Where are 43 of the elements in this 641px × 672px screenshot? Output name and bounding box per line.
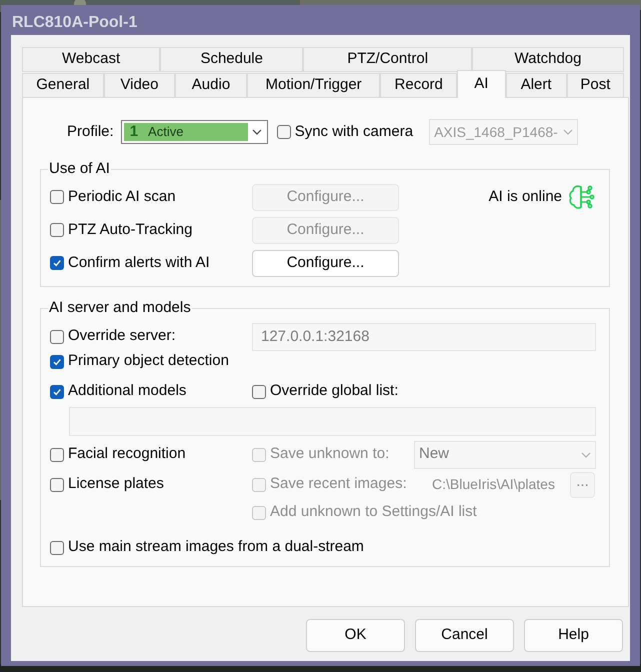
status-text: AI is online [488,186,562,207]
checkbox[interactable]: Sync with camera [276,122,414,142]
checkbox[interactable]: Primary object detection [50,352,229,372]
check-icon [52,258,62,268]
chevron-down-icon [581,452,591,458]
checkbox[interactable]: Override global list: [252,382,398,402]
chevron-down-icon [563,129,574,135]
checkbox[interactable]: Confirm alerts with AI [50,253,252,273]
checkbox[interactable]: License plates [50,474,252,494]
profile-dropdown[interactable]: 1 Active [120,120,268,144]
tab[interactable]: Post [566,73,624,98]
tab[interactable]: AI [457,70,506,98]
dialog-button[interactable]: Cancel [415,619,514,652]
tab[interactable]: Video [104,73,175,98]
profile-number: 1 [130,122,138,142]
group-title: AI server and models [48,298,192,318]
check-icon [52,356,62,366]
tab[interactable]: Webcast [22,47,160,72]
tab[interactable]: Alert [506,73,567,98]
checkbox[interactable]: PTZ Auto-Tracking [50,220,252,240]
tab[interactable]: Record [380,73,458,98]
checkbox[interactable]: Facial recognition [50,444,252,464]
tab[interactable]: PTZ/Control [303,47,472,72]
checkbox[interactable]: Periodic AI scan [50,187,252,207]
profile-value: Active [148,123,184,142]
configure-button[interactable]: Configure... [252,250,399,276]
tab[interactable]: Watchdog [472,47,624,72]
brain-circuit-icon [568,184,596,210]
profile-label: Profile: [67,122,114,142]
group-title: Use of AI [48,159,111,179]
path-text: C:\BlueIris\AI\plates [432,475,556,494]
checkbox[interactable]: Additional models [50,382,252,402]
dialog-button[interactable]: OK [306,619,405,652]
tab[interactable]: Motion/Trigger [247,73,380,98]
chevron-down-icon [252,129,262,135]
window-title: RLC810A-Pool-1 [11,13,138,33]
tab[interactable]: Schedule [160,47,304,72]
tab[interactable]: Audio [174,73,248,98]
check-icon [52,386,62,396]
tab[interactable]: General [22,73,104,98]
checkbox[interactable]: Override server: [50,326,252,346]
checkbox[interactable]: Use main stream images from a dual-stream [50,538,364,558]
dialog-button[interactable]: Help [524,619,623,652]
